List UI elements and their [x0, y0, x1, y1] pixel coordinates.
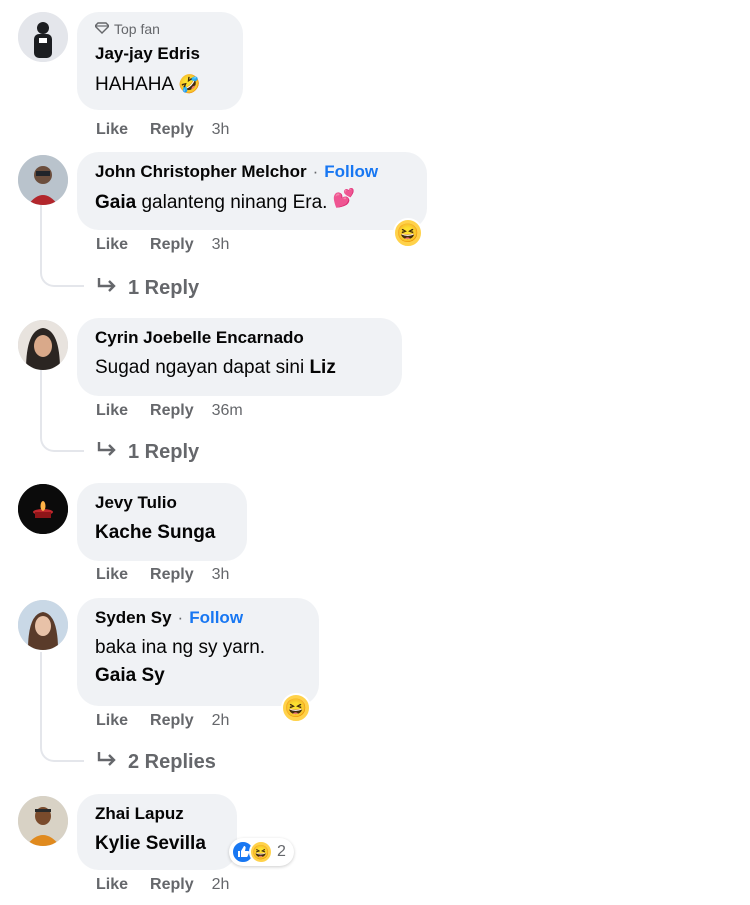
comment-bubble: Syden Sy · Follow baka ina ng sy yarn. G…	[77, 598, 319, 706]
view-replies-link[interactable]: 2 Replies	[96, 750, 216, 774]
reply-button[interactable]: Reply	[150, 876, 194, 894]
thread-connector	[40, 652, 84, 762]
thread-connector	[40, 205, 84, 287]
comment-text: HAHAHA 🤣	[95, 70, 225, 99]
reply-button[interactable]: Reply	[150, 121, 194, 139]
tagged-name[interactable]: Gaia Sy	[95, 665, 165, 686]
tagged-name[interactable]: Liz	[309, 357, 335, 378]
commenter-name-text[interactable]: Syden Sy	[95, 606, 172, 630]
comment-text: Gaia galanteng ninang Era. 💕	[95, 188, 409, 217]
replies-count-label[interactable]: 2 Replies	[128, 751, 216, 774]
replies-count-label[interactable]: 1 Reply	[128, 441, 199, 464]
tagged-name[interactable]: Kache Sunga	[95, 522, 215, 543]
reply-button[interactable]: Reply	[150, 566, 194, 584]
comment-text: Sugad ngayan dapat sini Liz	[95, 354, 384, 382]
view-replies-link[interactable]: 1 Reply	[96, 276, 199, 300]
top-fan-badge: Top fan	[94, 20, 225, 38]
commenter-name: Syden Sy · Follow	[95, 606, 301, 630]
follow-button[interactable]: Follow	[324, 160, 378, 184]
comment-actions: Like Reply 3h	[96, 236, 229, 254]
candle-photo-icon	[18, 484, 68, 534]
diamond-icon	[94, 21, 110, 37]
reply-button[interactable]: Reply	[150, 236, 194, 254]
comment-timestamp[interactable]: 3h	[212, 566, 230, 584]
profile-photo-icon	[18, 155, 68, 205]
comment-text-plain: baka ina ng sy yarn.	[95, 637, 266, 658]
avatar[interactable]	[18, 320, 68, 370]
commenter-name[interactable]: Jay-jay Edris	[95, 42, 225, 66]
like-button[interactable]: Like	[96, 876, 128, 894]
like-button[interactable]: Like	[96, 121, 128, 139]
separator-dot: ·	[177, 608, 184, 627]
avatar[interactable]	[18, 600, 68, 650]
avatar[interactable]	[18, 155, 68, 205]
commenter-name: Jevy Tulio	[95, 491, 229, 515]
haha-reaction-icon[interactable]: 😆	[281, 693, 311, 723]
tagged-name[interactable]: Kylie Sevilla	[95, 833, 206, 854]
comment-timestamp[interactable]: 2h	[212, 712, 230, 730]
comment-actions: Like Reply 36m	[96, 402, 243, 420]
comment-timestamp[interactable]: 3h	[212, 236, 230, 254]
haha-icon: 😆	[249, 840, 273, 864]
separator-dot: ·	[312, 162, 319, 181]
reply-button[interactable]: Reply	[150, 712, 194, 730]
commenter-name: Zhai Lapuz	[95, 802, 219, 826]
tagged-name[interactable]: Gaia	[95, 192, 136, 213]
hearts-emoji: 💕	[332, 188, 356, 208]
rofl-emoji: 🤣	[178, 74, 201, 94]
comment-text-line-2: Gaia Sy	[95, 662, 301, 690]
like-button[interactable]: Like	[96, 566, 128, 584]
like-button[interactable]: Like	[96, 712, 128, 730]
comment-bubble: Top fan Jay-jay Edris HAHAHA 🤣	[77, 12, 243, 110]
like-button[interactable]: Like	[96, 236, 128, 254]
comment-bubble: John Christopher Melchor · Follow Gaia g…	[77, 152, 427, 230]
comment-actions: Like Reply 2h	[96, 876, 229, 894]
profile-photo-icon	[18, 796, 68, 846]
comment-bubble: Jevy Tulio Kache Sunga	[77, 483, 247, 561]
comment-timestamp[interactable]: 36m	[212, 402, 243, 420]
reaction-count: 2	[277, 843, 286, 860]
comment-bubble: Zhai Lapuz Kylie Sevilla	[77, 794, 237, 870]
commenter-name: John Christopher Melchor · Follow	[95, 160, 409, 184]
comment-timestamp[interactable]: 3h	[212, 121, 230, 139]
thread-connector	[40, 370, 84, 452]
comment-text-plain: galanteng ninang Era.	[141, 192, 328, 213]
commenter-name: Cyrin Joebelle Encarnado	[95, 326, 384, 350]
follow-button[interactable]: Follow	[189, 606, 243, 630]
person-silhouette-icon	[18, 12, 68, 62]
avatar[interactable]	[18, 484, 68, 534]
comment-actions: Like Reply 3h	[96, 566, 229, 584]
reactions-summary[interactable]: 😆 2	[229, 838, 294, 866]
haha-reaction-icon[interactable]: 😆	[393, 218, 423, 248]
reply-arrow-icon	[96, 750, 118, 774]
avatar[interactable]	[18, 12, 68, 62]
profile-photo-icon	[18, 320, 68, 370]
comment-text: baka ina ng sy yarn.	[95, 634, 301, 662]
reply-button[interactable]: Reply	[150, 402, 194, 420]
comment-text: Kylie Sevilla	[95, 830, 219, 858]
comment-text: Kache Sunga	[95, 519, 229, 547]
comment-actions: Like Reply 2h	[96, 712, 229, 730]
reply-arrow-icon	[96, 440, 118, 464]
like-button[interactable]: Like	[96, 402, 128, 420]
commenter-name-text[interactable]: John Christopher Melchor	[95, 160, 307, 184]
comment-text-plain: Sugad ngayan dapat sini	[95, 357, 305, 378]
profile-photo-icon	[18, 600, 68, 650]
commenter-name-text[interactable]: Cyrin Joebelle Encarnado	[95, 326, 304, 350]
replies-count-label[interactable]: 1 Reply	[128, 277, 199, 300]
reply-arrow-icon	[96, 276, 118, 300]
comment-text-plain: HAHAHA	[95, 74, 174, 95]
avatar[interactable]	[18, 796, 68, 846]
comment-actions: Like Reply 3h	[96, 121, 229, 139]
commenter-name-text[interactable]: Jevy Tulio	[95, 491, 177, 515]
view-replies-link[interactable]: 1 Reply	[96, 440, 199, 464]
comment-timestamp[interactable]: 2h	[212, 876, 230, 894]
commenter-name-text[interactable]: Jay-jay Edris	[95, 42, 200, 66]
commenter-name-text[interactable]: Zhai Lapuz	[95, 802, 184, 826]
comment-bubble: Cyrin Joebelle Encarnado Sugad ngayan da…	[77, 318, 402, 396]
top-fan-label: Top fan	[114, 21, 160, 37]
